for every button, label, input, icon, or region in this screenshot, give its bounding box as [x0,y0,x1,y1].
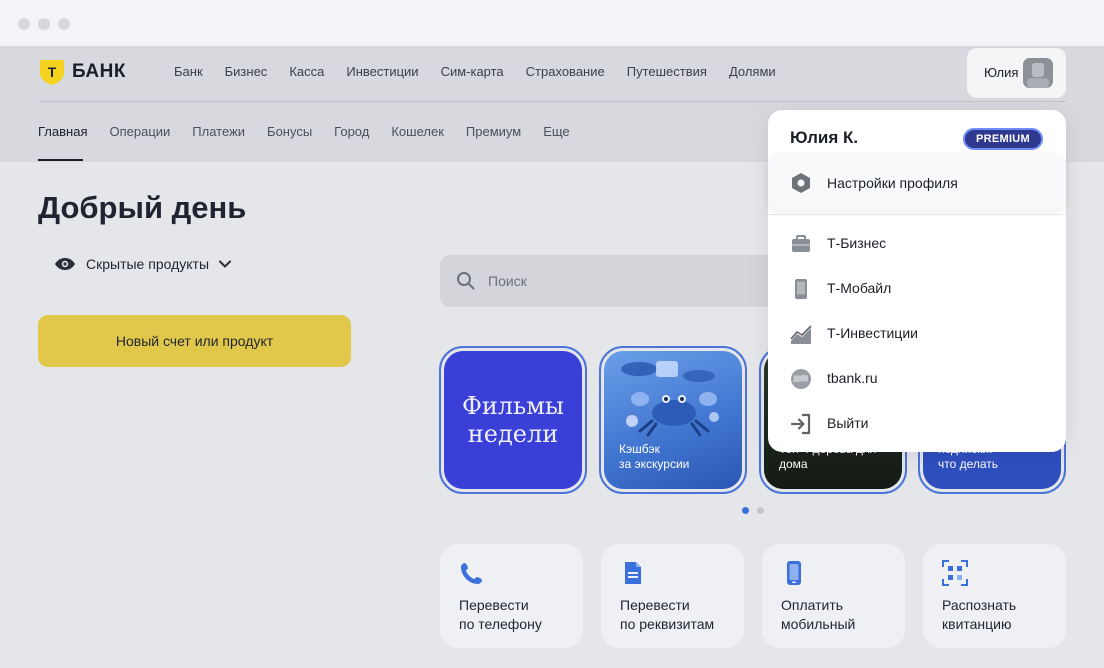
search-input[interactable] [488,255,768,307]
tab-premium[interactable]: Премиум [466,124,521,139]
bank-logo[interactable]: Т БАНК [38,58,126,86]
quick-action-label: Оплатить мобильный [781,597,856,632]
tab-main[interactable]: Главная [38,124,87,139]
quick-action-label: Перевести по реквизитам [620,597,715,632]
brand-name: БАНК [72,61,126,82]
search-icon [457,272,475,290]
header-divider [38,101,1066,102]
menu-item-label: Т-Мобайл [827,280,892,296]
quick-action-pay-mobile[interactable]: Оплатить мобильный [762,544,905,648]
story-image: Кэшбэк за экскурсии [604,351,742,489]
browser-chrome [0,0,1104,46]
menu-divider [768,214,1066,215]
story-caption: Кэшбэк за экскурсии [619,442,690,471]
topnav-item-travel[interactable]: Путешествия [627,64,707,79]
sub-nav: Главная Операции Платежи Бонусы Город Ко… [38,124,592,139]
topnav-item-business[interactable]: Бизнес [225,64,268,79]
tab-payments[interactable]: Платежи [192,124,245,139]
menu-item-logout[interactable]: Выйти [768,401,1066,445]
topnav-item-dolyami[interactable]: Долями [729,64,776,79]
quick-action-scan-receipt[interactable]: Распознать квитанцию [923,544,1066,648]
user-short-name: Юлия [984,65,1019,80]
hidden-products-toggle[interactable]: Скрытые продукты [54,256,232,272]
tab-bonuses[interactable]: Бонусы [267,124,312,139]
eye-icon [55,258,75,270]
menu-item-t-mobile[interactable]: Т-Мобайл [768,266,1066,310]
user-dropdown-menu: Юлия К. PREMIUM Настройки профиля Т-Бизн… [768,110,1066,452]
dropdown-user-name: Юлия К. [790,128,859,147]
quick-action-phone-transfer[interactable]: Перевести по телефону [440,544,583,648]
quick-action-requisites-transfer[interactable]: Перевести по реквизитам [601,544,744,648]
menu-item-label: tbank.ru [827,370,878,386]
quick-action-label: Перевести по телефону [459,597,542,632]
pager-dot-active[interactable] [742,507,749,514]
menu-item-label: Выйти [827,415,869,431]
search-bar[interactable] [440,255,780,307]
active-tab-indicator [38,159,83,161]
globe-icon [791,369,811,389]
document-icon [625,562,641,584]
tab-operations[interactable]: Операции [109,124,170,139]
menu-item-profile-settings[interactable]: Настройки профиля [768,156,1066,210]
top-nav: Банк Бизнес Касса Инвестиции Сим-карта С… [174,64,798,79]
settings-icon [792,173,810,193]
shield-logo-icon: Т [40,60,64,85]
topnav-item-kassa[interactable]: Касса [289,64,324,79]
window-minimize-button[interactable] [38,18,50,30]
window-maximize-button[interactable] [58,18,70,30]
page-greeting: Добрый день [38,190,247,225]
hidden-products-label: Скрытые продукты [86,256,210,272]
menu-item-t-business[interactable]: Т-Бизнес [768,221,1066,265]
user-avatar [1023,58,1053,88]
chart-icon [790,325,812,344]
story-title: Фильмы недели [462,392,564,448]
topnav-item-investments[interactable]: Инвестиции [346,64,418,79]
qr-scan-icon [942,560,968,586]
story-card[interactable]: Фильмы недели [439,346,587,494]
menu-item-label: Настройки профиля [827,175,958,191]
new-account-button[interactable]: Новый счет или продукт [38,315,351,367]
phone-device-icon [795,279,807,299]
briefcase-icon [792,235,810,252]
story-card[interactable]: Кэшбэк за экскурсии [599,346,747,494]
logo-letter: Т [48,64,57,80]
tab-wallet[interactable]: Кошелек [391,124,444,139]
avatar-icon [1023,58,1053,88]
phone-icon [461,563,482,584]
topnav-item-sim[interactable]: Сим-карта [441,64,504,79]
topnav-item-insurance[interactable]: Страхование [526,64,605,79]
menu-item-tbank-site[interactable]: tbank.ru [768,356,1066,400]
pager-dot[interactable] [757,507,764,514]
tab-more[interactable]: Еще [543,124,569,139]
quick-action-label: Распознать квитанцию [942,597,1017,632]
window-close-button[interactable] [18,18,30,30]
chevron-down-icon [219,260,232,268]
premium-badge: PREMIUM [963,128,1043,150]
tab-city[interactable]: Город [334,124,369,139]
menu-item-label: Т-Бизнес [827,235,887,251]
story-image: Фильмы недели [444,351,582,489]
menu-item-t-investments[interactable]: Т-Инвестиции [768,311,1066,355]
mobile-icon [787,561,801,585]
logout-icon [790,413,811,435]
user-menu-button[interactable]: Юлия [967,48,1066,98]
menu-item-label: Т-Инвестиции [827,325,918,341]
topnav-item-bank[interactable]: Банк [174,64,203,79]
